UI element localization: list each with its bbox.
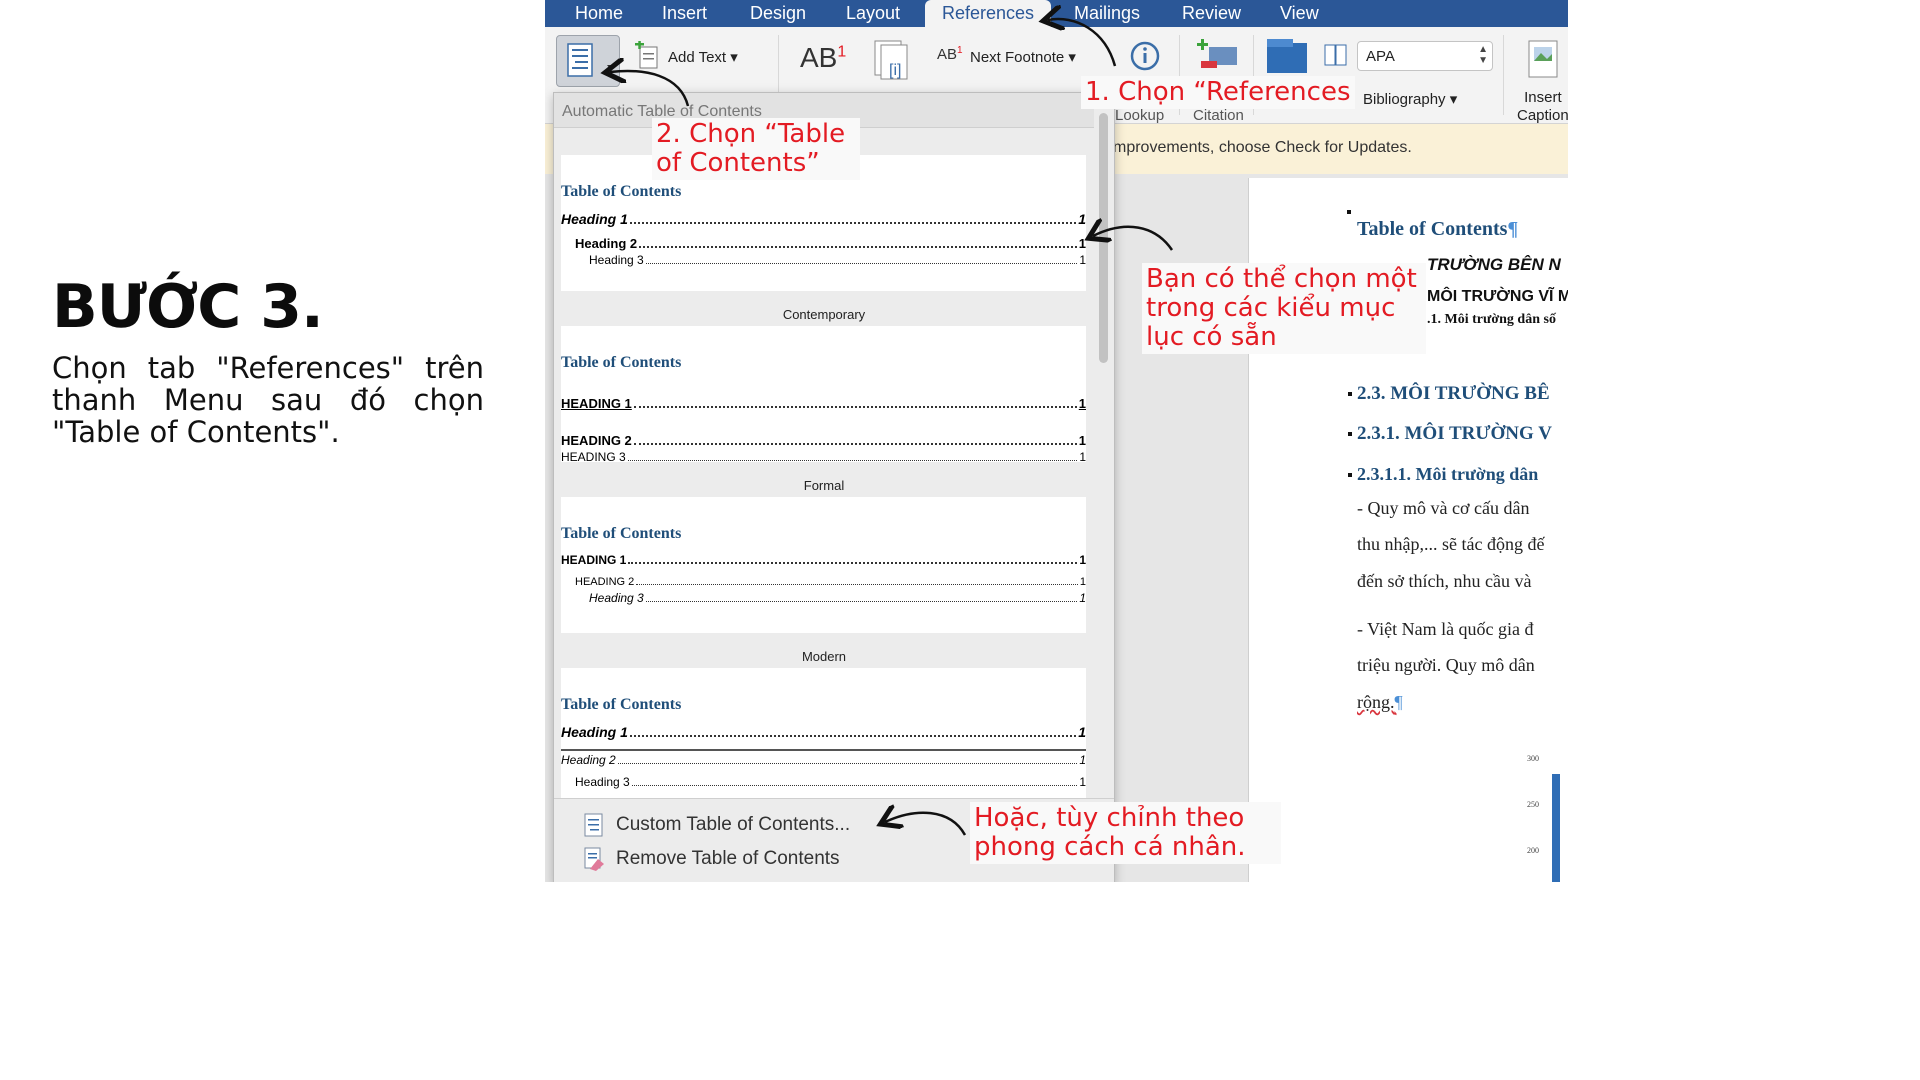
- arrow-to-references: [1048, 19, 1117, 67]
- callout-preset-styles: Bạn có thể chọn một trong các kiểu mục l…: [1142, 263, 1426, 354]
- callout-step-1: 1. Chọn “References: [1081, 76, 1355, 109]
- callout-custom: Hoặc, tùy chỉnh theo phong cách cá nhân.: [970, 802, 1281, 864]
- arrow-to-styles: [1093, 227, 1174, 251]
- callout-step-2: 2. Chọn “Table of Contents”: [652, 118, 860, 180]
- arrow-to-toc-button: [610, 71, 690, 107]
- word-screenshot: Home Insert Design Layout References Mai…: [545, 0, 1568, 882]
- step-description: Chọn tab "References" trên thanh Menu sa…: [52, 351, 484, 449]
- arrow-to-custom: [885, 813, 967, 836]
- step-title: BƯỚC 3.: [52, 272, 324, 342]
